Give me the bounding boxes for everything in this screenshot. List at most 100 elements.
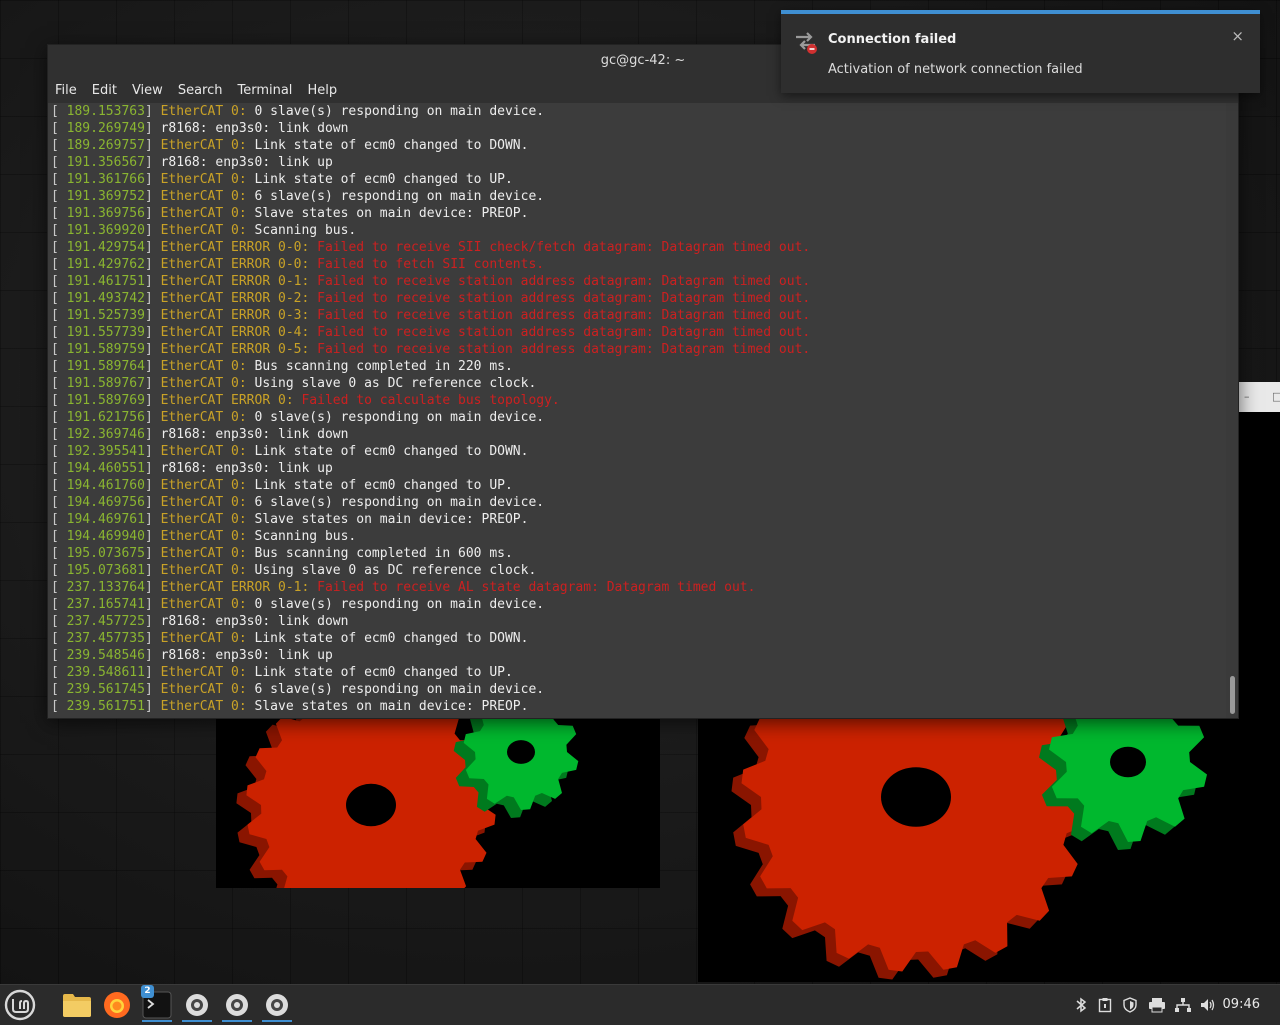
bracket-open: [ bbox=[51, 138, 67, 153]
bracket-close: ] bbox=[144, 682, 161, 697]
menu-help[interactable]: Help bbox=[307, 83, 337, 98]
bracket-open: [ bbox=[51, 529, 67, 544]
bracket-close: ] bbox=[144, 614, 161, 629]
log-message: r8168: enp3s0: link up bbox=[160, 461, 333, 476]
terminal-line: [ 191.429754] EtherCAT ERROR 0-0: Failed… bbox=[48, 239, 1226, 256]
menu-file[interactable]: File bbox=[55, 83, 77, 98]
log-message: Slave states on main device: PREOP. bbox=[246, 512, 529, 527]
bracket-close: ] bbox=[144, 172, 161, 187]
log-error-message: Failed to receive SII check/fetch datagr… bbox=[309, 240, 811, 255]
log-timestamp: 191.429754 bbox=[66, 240, 145, 255]
settings-task-2[interactable] bbox=[220, 988, 254, 1022]
files-launcher[interactable] bbox=[60, 988, 94, 1022]
terminal-line: [ 194.469761] EtherCAT 0: Slave states o… bbox=[48, 511, 1226, 528]
terminal-scrollbar[interactable] bbox=[1226, 103, 1238, 718]
log-timestamp: 191.429762 bbox=[66, 257, 145, 272]
menu-search[interactable]: Search bbox=[178, 83, 223, 98]
terminal-line: [ 191.429762] EtherCAT ERROR 0-0: Failed… bbox=[48, 256, 1226, 273]
menu-terminal[interactable]: Terminal bbox=[237, 83, 292, 98]
menu-edit[interactable]: Edit bbox=[92, 83, 117, 98]
bracket-close: ] bbox=[144, 495, 161, 510]
log-message: Link state of ecm0 changed to UP. bbox=[246, 665, 513, 680]
bracket-close: ] bbox=[144, 240, 161, 255]
log-timestamp: 192.395541 bbox=[66, 444, 145, 459]
bracket-close: ] bbox=[144, 512, 161, 527]
log-timestamp: 191.589759 bbox=[66, 342, 145, 357]
bracket-close: ] bbox=[144, 104, 161, 119]
bracket-close: ] bbox=[144, 529, 161, 544]
terminal-line: [ 239.548546] r8168: enp3s0: link up bbox=[48, 647, 1226, 664]
maximize-icon[interactable]: □ bbox=[1272, 390, 1280, 403]
log-timestamp: 191.369920 bbox=[66, 223, 145, 238]
bracket-open: [ bbox=[51, 631, 67, 646]
bracket-open: [ bbox=[51, 563, 67, 578]
log-subsystem: EtherCAT ERROR 0-0: bbox=[160, 240, 310, 255]
terminal-line: [ 191.589767] EtherCAT 0: Using slave 0 … bbox=[48, 375, 1226, 392]
log-timestamp: 237.457735 bbox=[66, 631, 145, 646]
log-error-message: Failed to receive station address datagr… bbox=[309, 325, 811, 340]
log-message: Scanning bus. bbox=[246, 529, 357, 544]
bracket-close: ] bbox=[144, 291, 161, 306]
bracket-close: ] bbox=[144, 648, 161, 663]
menu-view[interactable]: View bbox=[132, 83, 163, 98]
close-icon[interactable]: × bbox=[1231, 27, 1244, 45]
bracket-open: [ bbox=[51, 614, 67, 629]
log-subsystem: EtherCAT ERROR 0-1: bbox=[160, 580, 310, 595]
terminal-line: [ 195.073675] EtherCAT 0: Bus scanning c… bbox=[48, 545, 1226, 562]
gear-icon bbox=[266, 994, 288, 1016]
log-timestamp: 239.561751 bbox=[66, 699, 145, 714]
bluetooth-icon[interactable] bbox=[1074, 997, 1088, 1013]
log-message: Slave states on main device: PREOP. bbox=[246, 699, 529, 714]
network-icon[interactable] bbox=[1174, 997, 1192, 1013]
shield-icon[interactable] bbox=[1122, 997, 1138, 1013]
terminal-line: [ 194.469940] EtherCAT 0: Scanning bus. bbox=[48, 528, 1226, 545]
notification-popup[interactable]: Connection failed Activation of network … bbox=[781, 10, 1260, 93]
log-subsystem: EtherCAT 0: bbox=[160, 495, 247, 510]
gears-window-left[interactable] bbox=[216, 690, 660, 888]
bracket-open: [ bbox=[51, 597, 67, 612]
scrollbar-thumb[interactable] bbox=[1230, 676, 1235, 714]
terminal-line: [ 191.356567] r8168: enp3s0: link up bbox=[48, 154, 1226, 171]
bracket-open: [ bbox=[51, 189, 67, 204]
log-subsystem: EtherCAT 0: bbox=[160, 138, 247, 153]
menu-button[interactable] bbox=[3, 988, 37, 1022]
notification-body: Activation of network connection failed bbox=[828, 62, 1083, 77]
terminal-output[interactable]: [ 189.153763] EtherCAT 0: 0 slave(s) res… bbox=[48, 103, 1226, 718]
active-indicator bbox=[142, 1020, 172, 1022]
minimize-icon[interactable]: – bbox=[1244, 390, 1250, 403]
log-timestamp: 191.369756 bbox=[66, 206, 145, 221]
bracket-close: ] bbox=[144, 359, 161, 374]
bracket-open: [ bbox=[51, 121, 67, 136]
log-timestamp: 237.133764 bbox=[66, 580, 145, 595]
mint-logo-icon bbox=[4, 989, 36, 1021]
volume-icon[interactable] bbox=[1200, 997, 1216, 1013]
gears-window-right-titlebar[interactable]: – □ bbox=[1238, 382, 1280, 413]
log-subsystem: EtherCAT 0: bbox=[160, 189, 247, 204]
log-subsystem: EtherCAT 0: bbox=[160, 597, 247, 612]
bracket-close: ] bbox=[144, 223, 161, 238]
terminal-window[interactable]: gc@gc-42: ~ File Edit View Search Termin… bbox=[47, 44, 1239, 719]
clock[interactable]: 09:46 bbox=[1223, 997, 1260, 1012]
bracket-open: [ bbox=[51, 393, 67, 408]
log-message: r8168: enp3s0: link up bbox=[160, 155, 333, 170]
clipboard-icon[interactable] bbox=[1098, 997, 1112, 1013]
terminal-line: [ 192.395541] EtherCAT 0: Link state of … bbox=[48, 443, 1226, 460]
settings-task-1[interactable] bbox=[180, 988, 214, 1022]
firefox-launcher[interactable] bbox=[100, 988, 134, 1022]
bracket-open: [ bbox=[51, 257, 67, 272]
bracket-open: [ bbox=[51, 240, 67, 255]
log-subsystem: EtherCAT 0: bbox=[160, 206, 247, 221]
terminal-line: [ 239.561751] EtherCAT 0: Slave states o… bbox=[48, 698, 1226, 715]
terminal-line: [ 189.153763] EtherCAT 0: 0 slave(s) res… bbox=[48, 103, 1226, 120]
printer-icon[interactable] bbox=[1148, 997, 1166, 1013]
bracket-open: [ bbox=[51, 308, 67, 323]
settings-task-3[interactable] bbox=[260, 988, 294, 1022]
system-tray bbox=[1074, 985, 1216, 1025]
active-indicator bbox=[222, 1020, 252, 1022]
log-error-message: Failed to receive station address datagr… bbox=[309, 274, 811, 289]
bracket-open: [ bbox=[51, 461, 67, 476]
log-timestamp: 189.269757 bbox=[66, 138, 145, 153]
log-error-message: Failed to fetch SII contents. bbox=[309, 257, 545, 272]
terminal-line: [ 189.269757] EtherCAT 0: Link state of … bbox=[48, 137, 1226, 154]
bracket-open: [ bbox=[51, 512, 67, 527]
